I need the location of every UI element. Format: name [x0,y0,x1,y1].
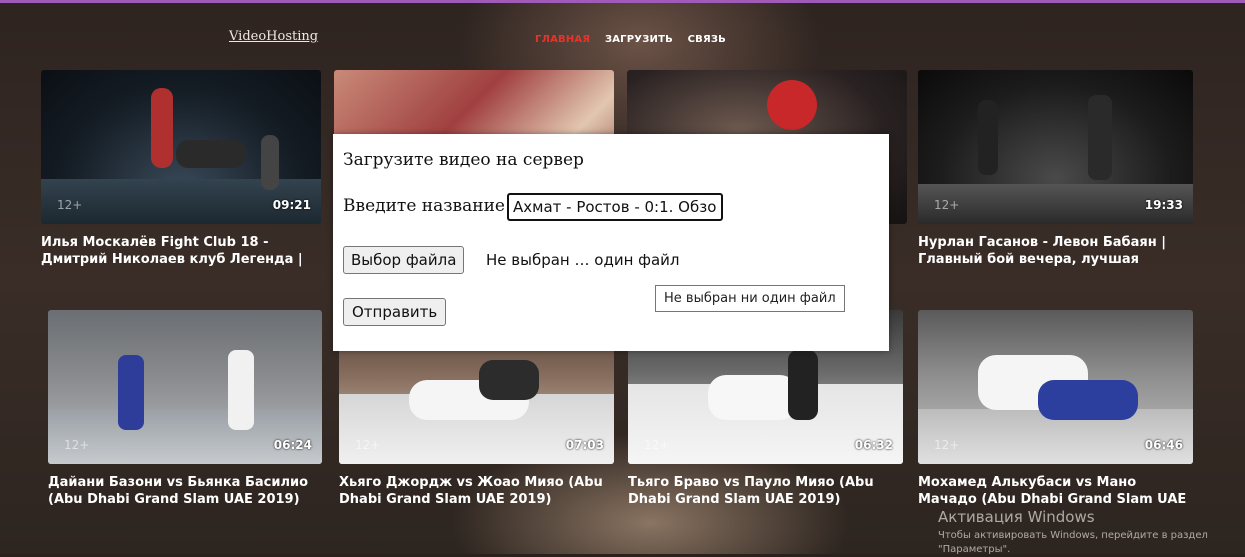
video-title[interactable]: Нурлан Гасанов - Левон Бабаян | Главный … [918,234,1193,268]
video-duration: 06:24 [273,438,312,452]
age-rating: 12+ [934,198,960,212]
video-thumbnail[interactable]: 12+ 09:21 [41,70,321,224]
age-rating: 12+ [355,438,381,452]
age-rating: 12+ [64,438,90,452]
video-title[interactable]: Мохамед Алькубаси vs Мано Мачадо (Abu Dh… [918,474,1193,508]
watermark-subtitle: Чтобы активировать Windows, перейдите в … [938,530,1208,555]
video-card[interactable]: 12+ 19:33 Нурлан Гасанов - Левон Бабаян … [918,70,1193,268]
choose-file-button[interactable]: Выбор файла [343,246,465,274]
video-duration: 06:32 [854,438,893,452]
nav-upload[interactable]: ЗАГРУЗИТЬ [605,34,673,45]
file-tooltip: Не выбран ни один файл [655,285,845,312]
video-title[interactable]: Тьяго Браво vs Пауло Мияо (Abu Dhabi Gra… [628,474,903,508]
age-rating: 12+ [644,438,670,452]
site-header: VideoHosting ГЛАВНАЯ ЗАГРУЗИТЬ СВЯЗЬ [0,3,1245,63]
nav-contact[interactable]: СВЯЗЬ [688,34,726,45]
video-name-label: Введите название [343,196,505,216]
video-duration: 07:03 [565,438,604,452]
video-thumbnail[interactable]: 12+ 19:33 [918,70,1193,224]
upload-modal: Загрузите видео на сервер Введите назван… [333,134,889,351]
watermark-title: Активация Windows [938,508,1095,526]
video-thumbnail[interactable]: 12+ 06:46 [918,310,1193,464]
age-rating: 12+ [57,198,83,212]
modal-heading: Загрузите видео на сервер [343,150,584,170]
file-status-text: Не выбран … один файл [486,251,680,269]
video-card[interactable]: 12+ 06:46 Мохамед Алькубаси vs Мано Мача… [918,310,1193,508]
site-logo-link[interactable]: VideoHosting [229,29,318,44]
video-title[interactable]: Хьяго Джордж vs Жоао Мияо (Abu Dhabi Gra… [339,474,614,508]
age-rating: 12+ [934,438,960,452]
video-thumbnail[interactable]: 12+ 06:24 [48,310,322,464]
submit-button[interactable]: Отправить [343,298,447,326]
main-nav: ГЛАВНАЯ ЗАГРУЗИТЬ СВЯЗЬ [535,34,737,45]
video-duration: 09:21 [272,198,311,212]
video-duration: 19:33 [1144,198,1183,212]
video-duration: 06:46 [1144,438,1183,452]
video-name-input[interactable] [507,193,723,221]
windows-activation-watermark: Активация Windows Чтобы активировать Win… [938,508,1238,557]
video-card[interactable]: 12+ 09:21 Илья Москалёв Fight Club 18 - … [41,70,321,268]
video-card[interactable]: 12+ 06:24 Дайани Базони vs Бьянка Басили… [48,310,322,508]
video-title[interactable]: Дайани Базони vs Бьянка Басилио (Abu Dha… [48,474,322,508]
nav-home[interactable]: ГЛАВНАЯ [535,34,590,45]
video-title[interactable]: Илья Москалёв Fight Club 18 - Дмитрий Ни… [41,234,321,268]
